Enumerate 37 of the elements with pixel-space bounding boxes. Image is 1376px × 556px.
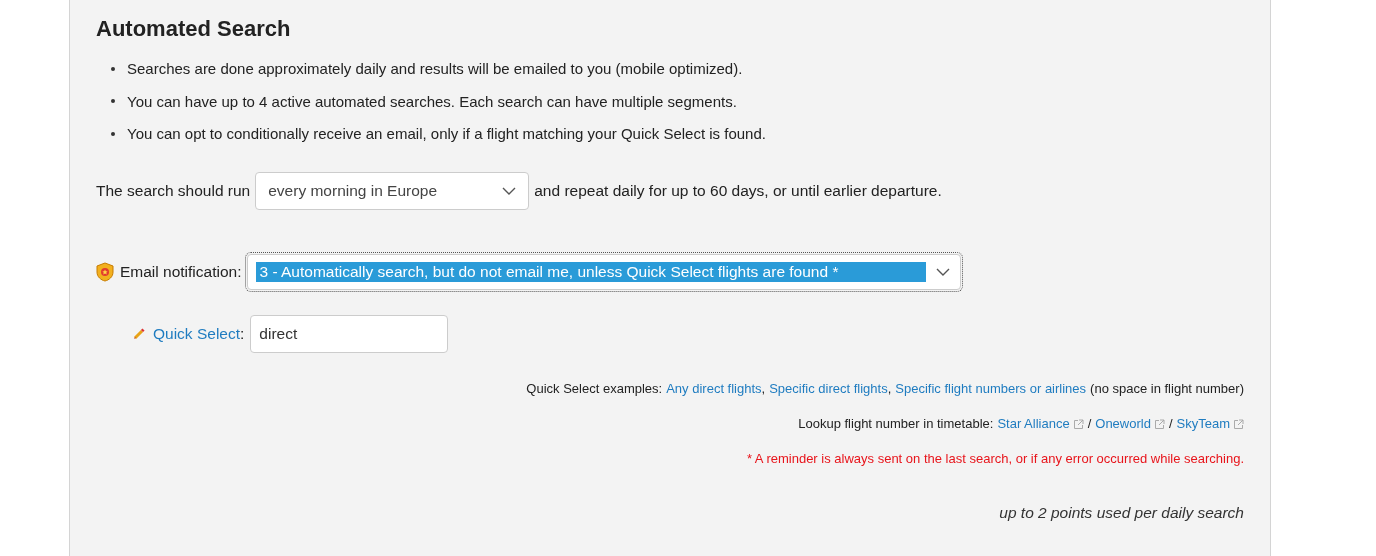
timetable-label: Lookup flight number in timetable:: [798, 416, 994, 432]
separator-text: ,: [761, 381, 766, 397]
separator-text: /: [1087, 416, 1092, 432]
separator-text: ,: [887, 381, 892, 397]
examples-note: (no space in flight number): [1090, 381, 1244, 397]
section-heading: Automated Search: [96, 15, 292, 42]
bullet-text: You can have up to 4 active automated searches. Each search can have multiple segments.: [127, 91, 737, 111]
bullet-icon: [111, 66, 115, 71]
chevron-icon: [936, 268, 951, 276]
example-link[interactable]: Any direct flights: [666, 381, 762, 397]
field-label: Email notification:: [120, 263, 242, 281]
schedule-dropdown[interactable]: every morning in Europe: [255, 172, 530, 210]
colon-text: :: [240, 325, 245, 343]
bullet-text: Searches are done approximately daily and results will be emailed to you (mobile optimized).: [127, 59, 743, 78]
bullet-icon: [111, 99, 115, 103]
bullet-text: You can opt to conditionally receive an email, only if a flight matching your Quick Select is found.: [127, 124, 766, 143]
quick-select-input[interactable]: direct: [250, 315, 449, 353]
external-link-icon: [1153, 418, 1165, 430]
field-label: The search should run: [96, 182, 251, 200]
separator-text: /: [1168, 416, 1173, 432]
points-note: up to 2 points used per daily search: [999, 504, 1244, 522]
notification-dropdown[interactable]: 3 - Automatically search, but do not email me, unless Quick Select flights are found *: [247, 254, 962, 290]
external-link-icon: [1072, 418, 1084, 430]
external-link-icon: [1233, 418, 1244, 430]
examples-label: Quick Select examples:: [526, 381, 663, 397]
quick-select-link[interactable]: Quick Select: [153, 325, 240, 343]
shield-icon: [96, 262, 114, 282]
timetable-link[interactable]: Oneworld: [1095, 416, 1151, 432]
chevron-icon: [502, 187, 517, 195]
example-link[interactable]: Specific flight numbers or airlines: [895, 381, 1087, 397]
timetable-link[interactable]: SkyTeam: [1176, 416, 1230, 432]
field-text: and repeat daily for up to 60 days, or until earlier departure.: [534, 182, 942, 200]
footnote-text: * A reminder is always sent on the last search, or if any error occurred while searching.: [746, 451, 1244, 467]
pencil-icon: [133, 328, 145, 340]
example-link[interactable]: Specific direct flights: [769, 381, 888, 397]
timetable-link[interactable]: Star Alliance: [997, 416, 1070, 432]
bullet-icon: [111, 131, 115, 136]
